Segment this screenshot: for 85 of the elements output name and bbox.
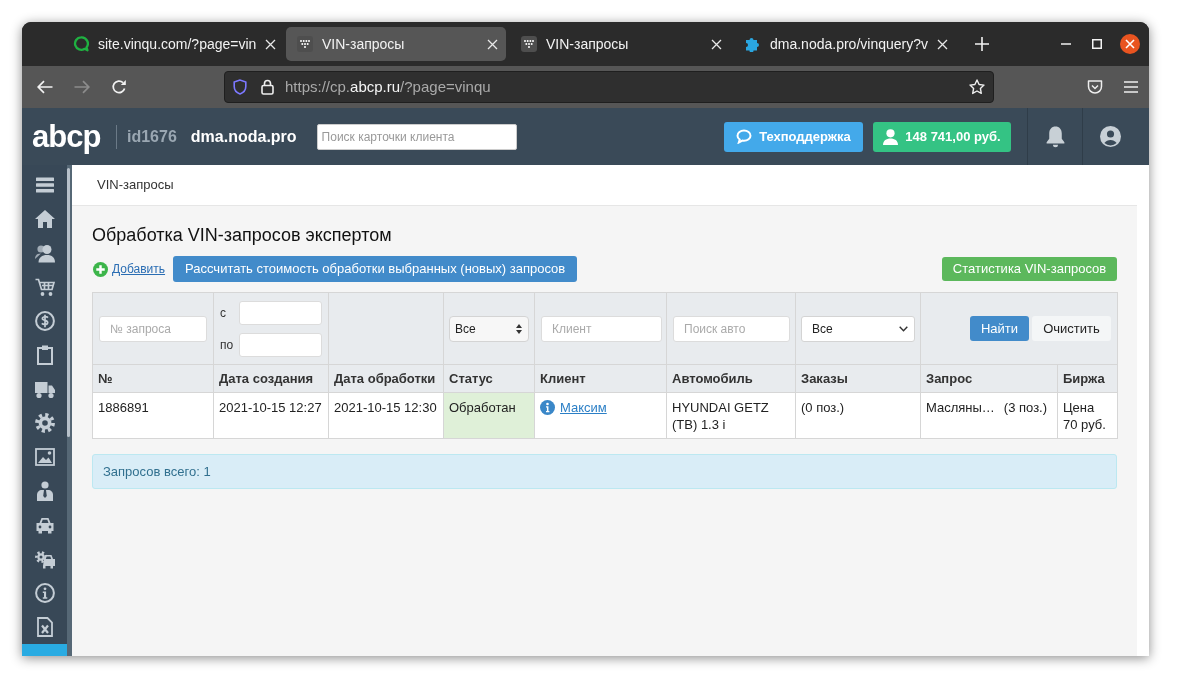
spreadsheet-file-icon[interactable] xyxy=(34,617,55,637)
car-search-field[interactable]: Поиск авто xyxy=(673,315,790,342)
home-icon[interactable] xyxy=(34,209,55,229)
add-circle-icon[interactable] xyxy=(93,261,108,277)
browser-tab[interactable]: site.vinqu.com/?page=vin xyxy=(62,27,282,61)
column-header: Биржа xyxy=(1057,364,1118,393)
address-bar[interactable]: https://cp.abcp.ru/?page=vinqu xyxy=(224,71,994,103)
request-count: (3 поз.) xyxy=(1003,399,1048,416)
close-icon[interactable] xyxy=(937,38,948,50)
sort-arrows-icon xyxy=(516,323,522,334)
clear-button[interactable]: Очистить xyxy=(1032,316,1111,341)
bell-icon[interactable] xyxy=(1044,125,1066,148)
puzzle-icon xyxy=(745,36,761,52)
client-link[interactable]: Максим xyxy=(560,399,607,416)
column-header: Клиент xyxy=(534,364,667,393)
status-cell: Обработан xyxy=(443,392,535,439)
page-title: Обработка VIN-запросов экспертом xyxy=(92,224,393,246)
info-icon[interactable] xyxy=(34,583,55,603)
table-cell: (0 поз.) xyxy=(795,392,921,439)
column-header: Дата создания xyxy=(213,364,329,393)
people-icon[interactable] xyxy=(34,243,55,263)
request-text: Масляны… xyxy=(926,399,995,416)
date-from-label: с xyxy=(220,304,227,322)
status-select[interactable]: Все xyxy=(449,315,529,342)
table-cell: Цена 70 руб. xyxy=(1057,392,1118,439)
table-cell: HYUNDAI GETZ (TB) 1.3 i xyxy=(666,392,796,439)
browser-tab[interactable]: VIN-запросы xyxy=(286,27,506,61)
close-icon[interactable] xyxy=(487,38,498,50)
table-cell: 2021-10-15 12:30 xyxy=(328,392,444,439)
cart-icon[interactable] xyxy=(34,277,55,297)
maximize-icon[interactable] xyxy=(1092,39,1102,49)
chevron-down-icon xyxy=(899,325,908,332)
car-gear-icon[interactable] xyxy=(34,549,55,569)
dots-icon xyxy=(297,36,313,52)
column-header: Запрос xyxy=(920,364,1058,393)
dollar-icon[interactable] xyxy=(34,311,55,331)
image-icon[interactable] xyxy=(34,447,55,467)
speech-bubble-icon xyxy=(73,36,89,52)
info-icon[interactable] xyxy=(540,400,555,415)
column-header: Заказы xyxy=(795,364,921,393)
table-cell: 2021-10-15 12:27 xyxy=(213,392,329,439)
column-header: Статус xyxy=(443,364,535,393)
table-cell: 1886891 xyxy=(92,392,214,439)
site-name: dma.noda.pro xyxy=(190,126,297,147)
client-field[interactable]: Клиент xyxy=(541,315,662,342)
date-to-label: по xyxy=(220,336,235,354)
car-icon[interactable] xyxy=(34,515,55,535)
pocket-icon[interactable] xyxy=(1087,79,1103,95)
date-from-field[interactable] xyxy=(239,300,322,325)
close-icon[interactable] xyxy=(711,38,722,50)
column-header: Автомобиль xyxy=(666,364,796,393)
chat-bubble-icon xyxy=(736,129,753,144)
browser-tab[interactable]: VIN-запросы xyxy=(510,27,730,61)
close-window-icon[interactable] xyxy=(1120,34,1140,54)
account-icon[interactable] xyxy=(1099,126,1121,147)
new-tab-icon[interactable] xyxy=(975,37,989,51)
reload-icon[interactable] xyxy=(111,79,127,95)
account-id: id1676 xyxy=(127,126,177,147)
logo[interactable]: abcp xyxy=(32,121,108,152)
truck-icon[interactable] xyxy=(34,379,55,399)
menu-icon[interactable] xyxy=(34,177,55,193)
shield-icon xyxy=(233,79,247,95)
browser-tab[interactable]: dma.noda.pro/vinquery?v xyxy=(734,27,954,61)
column-header: № xyxy=(92,364,214,393)
gear-icon[interactable] xyxy=(34,413,55,433)
person-tie-icon[interactable] xyxy=(34,481,55,501)
dots-icon xyxy=(521,36,537,52)
summary-text: Запросов всего: 1 xyxy=(103,462,211,481)
date-to-field[interactable] xyxy=(239,332,322,357)
clipboard-icon[interactable] xyxy=(34,345,55,365)
lock-icon xyxy=(261,79,274,95)
request-number-field[interactable]: № запроса xyxy=(99,315,207,342)
find-button[interactable]: Найти xyxy=(970,316,1029,341)
menu-icon[interactable] xyxy=(1124,81,1138,93)
calculate-cost-button[interactable]: Рассчитать стоимость обработки выбранных (новых) запросов xyxy=(173,256,578,282)
breadcrumb[interactable]: VIN-запросы xyxy=(97,175,174,195)
orders-select[interactable]: Все xyxy=(801,315,915,342)
back-arrow-icon[interactable] xyxy=(37,80,53,94)
close-icon[interactable] xyxy=(265,38,277,50)
column-header: Дата обработки xyxy=(328,364,444,393)
add-link[interactable]: Добавить xyxy=(112,260,166,278)
user-icon xyxy=(883,128,899,145)
star-icon[interactable] xyxy=(969,79,985,95)
client-search-field[interactable]: Поиск карточки клиента xyxy=(316,123,517,150)
scrollbar-thumb[interactable] xyxy=(67,168,70,437)
